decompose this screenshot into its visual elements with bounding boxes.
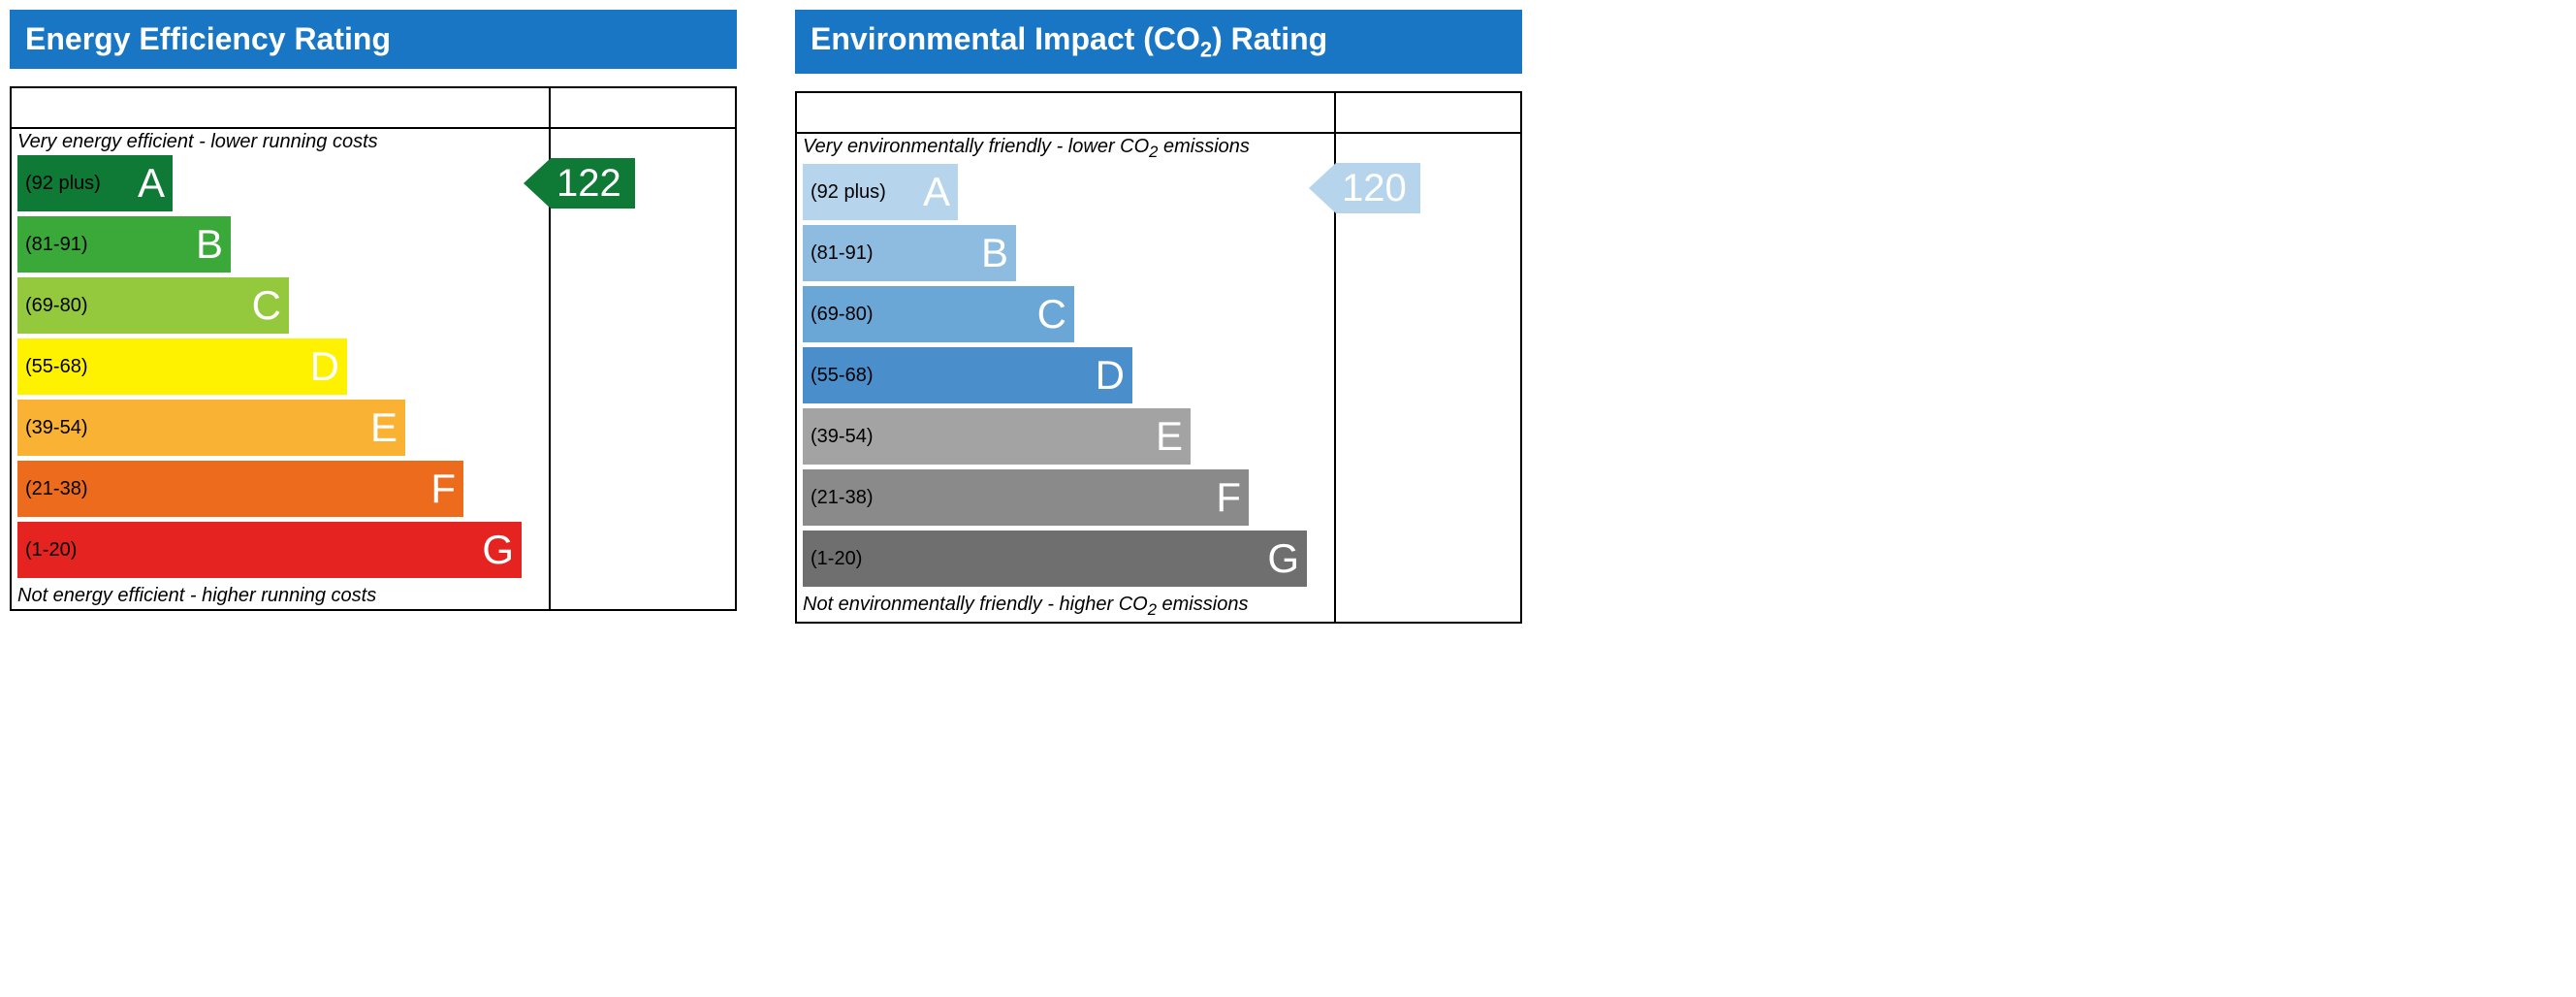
energy-efficiency-panel: Energy Efficiency Rating Very energy eff… [10, 10, 737, 624]
band-range: (92 plus) [25, 173, 101, 195]
rating-band-f: (21-38) F [803, 469, 1249, 526]
bottom-caption-left: Not energy efficient - higher running co… [12, 583, 549, 609]
band-range: (21-38) [811, 487, 873, 509]
title-pre: Environmental Impact (CO [811, 21, 1200, 56]
band-letter: B [981, 233, 1008, 273]
title-post: ) Rating [1212, 21, 1327, 56]
band-range: (81-91) [25, 234, 87, 256]
band-letter: E [1156, 416, 1183, 457]
pointer-arrow-icon [524, 158, 551, 209]
band-range: (92 plus) [811, 181, 886, 204]
rating-band-f: (21-38) F [17, 461, 463, 517]
header-spacer [551, 88, 735, 129]
band-letter: A [138, 163, 165, 204]
rating-band-e: (39-54) E [17, 400, 405, 456]
rating-band-row: (21-38) F [803, 469, 1328, 526]
chart-container-right: Very environmentally friendly - lower CO… [795, 91, 1522, 624]
band-letter: F [1216, 477, 1241, 518]
band-range: (55-68) [25, 356, 87, 378]
rating-band-g: (1-20) G [17, 522, 522, 578]
band-letter: C [252, 285, 281, 326]
rating-pointer-left: 122 [524, 158, 635, 209]
rating-band-row: (81-91) B [17, 216, 543, 273]
environmental-impact-panel: Environmental Impact (CO2) Rating Very e… [795, 10, 1522, 624]
band-range: (1-20) [25, 539, 77, 562]
band-letter: E [370, 407, 398, 448]
title-sub: 2 [1200, 37, 1212, 61]
bottom-caption-right: Not environmentally friendly - higher CO… [797, 592, 1334, 622]
chart-value-column-left: 122 [551, 88, 735, 609]
rating-band-a: (92 plus) A [803, 164, 958, 220]
band-letter: F [430, 468, 456, 509]
chart-container-left: Very energy efficient - lower running co… [10, 86, 737, 611]
rating-band-row: (1-20) G [803, 531, 1328, 587]
pointer-value-left: 122 [551, 158, 635, 209]
pointer-value-right: 120 [1336, 163, 1420, 213]
band-range: (69-80) [811, 304, 873, 326]
rating-band-a: (92 plus) A [17, 155, 173, 211]
rating-band-row: (92 plus) A [17, 155, 543, 211]
rating-band-row: (39-54) E [17, 400, 543, 456]
band-letter: B [196, 224, 223, 265]
rating-band-row: (21-38) F [17, 461, 543, 517]
rating-band-row: (69-80) C [17, 277, 543, 334]
rating-pointer-right: 120 [1309, 163, 1420, 213]
rating-band-d: (55-68) D [803, 347, 1132, 403]
chart-bars-column-left: Very energy efficient - lower running co… [12, 88, 551, 609]
band-range: (81-91) [811, 242, 873, 265]
chart-bars-column-right: Very environmentally friendly - lower CO… [797, 93, 1336, 622]
rating-band-b: (81-91) B [17, 216, 231, 273]
rating-band-c: (69-80) C [803, 286, 1074, 342]
rating-band-row: (81-91) B [803, 225, 1328, 281]
band-letter: D [310, 346, 339, 387]
band-letter: A [923, 172, 950, 212]
rating-band-row: (55-68) D [803, 347, 1328, 403]
header-spacer [797, 93, 1334, 134]
header-spacer [1336, 93, 1520, 134]
band-letter: G [482, 530, 514, 570]
header-spacer [12, 88, 549, 129]
rating-band-d: (55-68) D [17, 338, 347, 395]
rating-band-row: (39-54) E [803, 408, 1328, 465]
rating-band-e: (39-54) E [803, 408, 1191, 465]
panel-title-right: Environmental Impact (CO2) Rating [795, 10, 1522, 74]
top-caption-right: Very environmentally friendly - lower CO… [797, 134, 1334, 164]
band-letter: D [1096, 355, 1125, 396]
rating-band-row: (69-80) C [803, 286, 1328, 342]
band-letter: C [1037, 294, 1066, 335]
bars-area-right: (92 plus) A (81-91) B (69-80) C (55-68) D (39-54… [797, 164, 1334, 587]
rating-band-row: (55-68) D [17, 338, 543, 395]
top-caption-left: Very energy efficient - lower running co… [12, 129, 549, 155]
panel-title-left: Energy Efficiency Rating [10, 10, 737, 69]
band-range: (1-20) [811, 548, 862, 570]
band-range: (69-80) [25, 295, 87, 317]
rating-band-c: (69-80) C [17, 277, 289, 334]
band-range: (39-54) [811, 426, 873, 448]
band-letter: G [1267, 538, 1299, 579]
rating-band-row: (1-20) G [17, 522, 543, 578]
chart-value-column-right: 120 [1336, 93, 1520, 622]
band-range: (21-38) [25, 478, 87, 500]
band-range: (39-54) [25, 417, 87, 439]
rating-band-row: (92 plus) A [803, 164, 1328, 220]
bars-area-left: (92 plus) A (81-91) B (69-80) C (55-68) D (39-54… [12, 155, 549, 578]
pointer-arrow-icon [1309, 163, 1336, 213]
band-range: (55-68) [811, 365, 873, 387]
rating-band-b: (81-91) B [803, 225, 1016, 281]
rating-band-g: (1-20) G [803, 531, 1307, 587]
